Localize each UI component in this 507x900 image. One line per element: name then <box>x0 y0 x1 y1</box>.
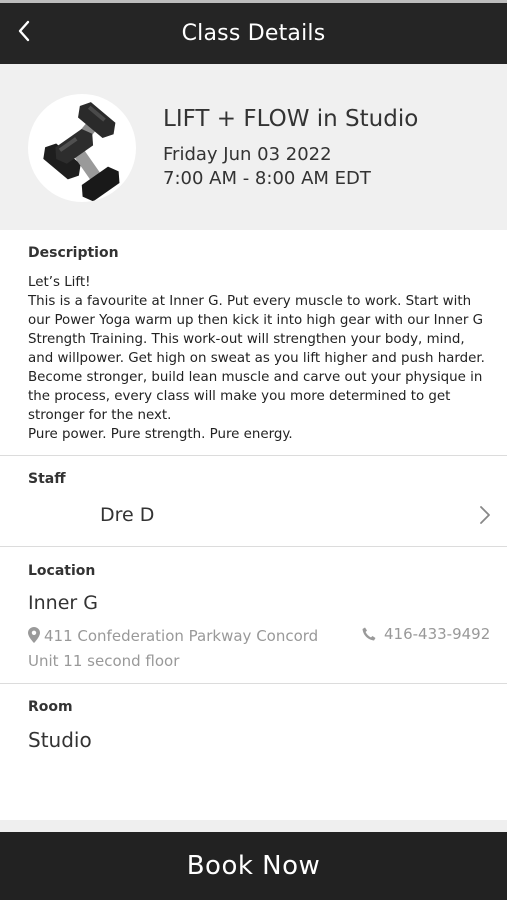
staff-label: Staff <box>28 471 66 487</box>
back-button[interactable] <box>12 15 36 47</box>
address-line-2: Unit 11 second floor <box>28 652 180 670</box>
divider <box>0 455 507 456</box>
dumbbells-icon <box>43 102 120 202</box>
phone-icon <box>362 627 376 641</box>
chevron-left-icon <box>18 20 30 42</box>
location-name: Inner G <box>28 592 98 614</box>
app-header: Class Details <box>0 0 507 64</box>
chevron-right-icon <box>480 506 490 524</box>
class-summary: LIFT + FLOW in Studio Friday Jun 03 2022… <box>0 64 507 230</box>
map-pin-icon <box>28 627 40 643</box>
divider <box>0 683 507 684</box>
location-label: Location <box>28 563 96 579</box>
class-time: 7:00 AM - 8:00 AM EDT <box>163 168 371 189</box>
footer-separator <box>0 820 507 832</box>
description-text: Let’s Lift! This is a favourite at Inner… <box>28 275 485 442</box>
room-name: Studio <box>28 728 92 752</box>
room-label: Room <box>28 699 73 715</box>
address-line-1: 411 Confederation Parkway Concord <box>44 627 319 645</box>
staff-row[interactable]: Dre D <box>0 494 507 540</box>
class-title: LIFT + FLOW in Studio <box>163 106 419 132</box>
book-now-button[interactable]: Book Now <box>0 832 507 900</box>
page-title: Class Details <box>181 21 326 46</box>
class-date: Friday Jun 03 2022 <box>163 144 332 165</box>
phone-number: 416-433-9492 <box>384 625 491 643</box>
location-address[interactable]: 411 Confederation Parkway Concord Unit 1… <box>28 625 318 673</box>
class-image <box>28 94 136 202</box>
phone-link[interactable]: 416-433-9492 <box>362 625 490 645</box>
staff-name: Dre D <box>100 504 155 526</box>
description-label: Description <box>28 245 119 261</box>
divider <box>0 546 507 547</box>
